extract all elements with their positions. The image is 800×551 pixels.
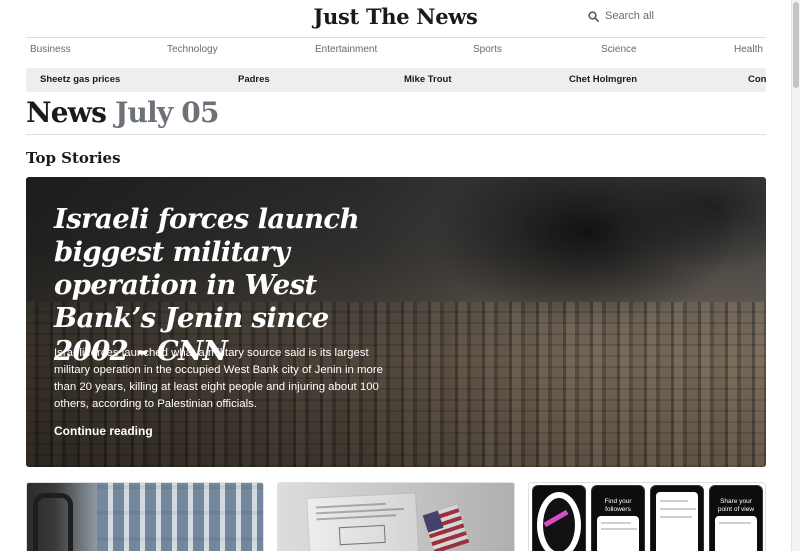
continue-reading-link[interactable]: Continue reading [54,424,153,438]
nav-health[interactable]: Health [734,44,763,55]
nav-science[interactable]: Science [601,44,637,55]
search-placeholder[interactable]: Search all [605,10,654,22]
hero-story[interactable]: Israeli forces launch biggest military o… [26,177,766,467]
trending-topic[interactable]: Padres [238,74,270,85]
story-card[interactable] [277,482,515,551]
story-card[interactable]: Find your followers Share your point of … [528,482,766,551]
page-scrollbar[interactable] [791,0,800,551]
phone-screen-line [660,516,692,518]
card-image-building [97,483,263,551]
story-card[interactable] [26,482,264,551]
phone-screen [597,516,639,551]
trending-bar: Sheetz gas prices Padres Mike Trout Chet… [26,68,766,92]
nav-business[interactable]: Business [30,44,71,55]
card-image-phone [532,485,586,551]
header-divider [26,37,766,38]
phone-screen [656,492,698,551]
trending-topic[interactable]: Chet Holmgren [569,74,637,85]
site-logo[interactable]: Just The News [0,4,791,29]
card-image-chair [33,493,73,551]
phone-screen-line [660,500,688,502]
phone-screen-line [601,528,637,530]
nav-sports[interactable]: Sports [473,44,502,55]
page-title-word: News [26,96,107,129]
card-image-phone [650,485,704,551]
search-box[interactable]: Search all [588,10,654,22]
nav-entertainment[interactable]: Entertainment [315,44,377,55]
card-image-phone: Share your point of view [709,485,763,551]
phone-screen-line [719,522,751,524]
hero-headline[interactable]: Israeli forces launch biggest military o… [54,203,404,368]
page-title: News July 05 [26,96,219,129]
phone-screen [715,516,757,551]
trending-topic[interactable]: Mike Trout [404,74,452,85]
nav-technology[interactable]: Technology [167,44,218,55]
heading-divider [26,134,766,135]
card-image-shadow [278,483,514,551]
category-nav: Business Technology Entertainment Sports… [26,44,766,58]
phone-screen-line [601,522,631,524]
phone-caption: Find your followers [604,498,632,513]
site-header: Just The News Search all [0,0,791,36]
trending-topic[interactable]: Sheetz gas prices [40,74,120,85]
hero-summary: Israeli forces launched what a military … [54,347,384,410]
section-title: Top Stories [26,149,121,167]
phone-screen-line [660,508,696,510]
trending-topic[interactable]: Con [748,74,766,85]
scrollbar-thumb[interactable] [793,2,799,88]
page-title-date: July 05 [115,96,219,129]
phone-caption: Share your point of view [717,498,755,513]
search-icon[interactable] [588,10,599,22]
card-image-phone: Find your followers [591,485,645,551]
